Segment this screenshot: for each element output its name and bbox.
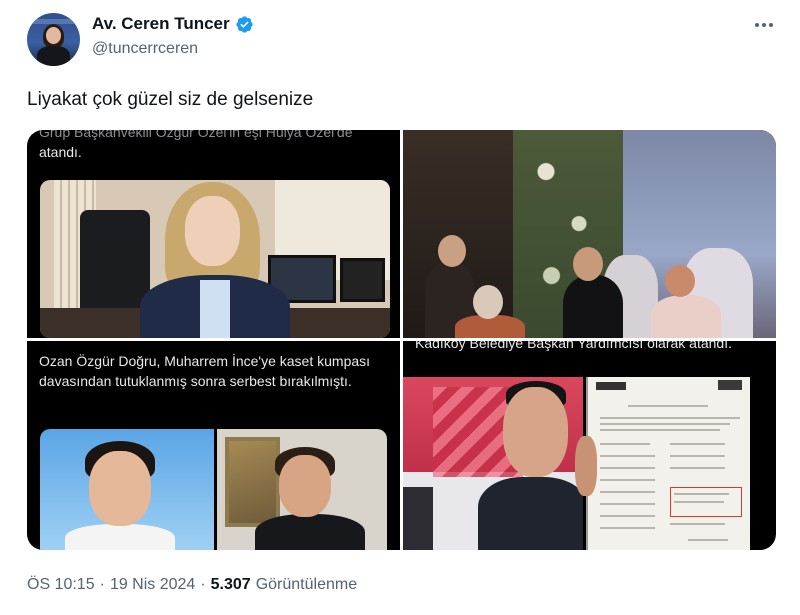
media-caption-top-4: Kadıköy Belediye Başkan Yardımcısı olara… — [415, 341, 732, 351]
author-display-name[interactable]: Av. Ceren Tuncer — [92, 14, 230, 34]
media-caption-top-1: Grup Başkanvekili Özgür Özel'in eşi Hüly… — [39, 130, 353, 140]
views-label: Görüntülenme — [255, 576, 358, 593]
portrait-photo-right — [217, 429, 387, 550]
media-image-2[interactable] — [403, 130, 776, 338]
highlight-box — [670, 487, 742, 517]
media-image-3[interactable]: Ozan Özgür Doğru, Muharrem İnce'ye kaset… — [27, 341, 400, 550]
media-grid: Grup Başkanvekili Özgür Özel'in eşi Hüly… — [27, 130, 776, 550]
views-count: 5.307 — [210, 576, 251, 593]
meta-separator: · — [99, 576, 105, 593]
office-photo — [40, 180, 390, 338]
tweet-meta: ÖS 10:15 · 19 Nis 2024 · 5.307 Görüntüle… — [27, 576, 357, 594]
avatar[interactable] — [27, 13, 80, 66]
tweet-text: Liyakat çok güzel siz de gelsenize — [27, 89, 314, 110]
tweet: Av. Ceren Tuncer @tuncerrceren Liyakat ç… — [0, 0, 800, 615]
verified-badge-icon — [236, 15, 253, 33]
portrait-photo-left — [40, 429, 214, 550]
tweet-time[interactable]: ÖS 10:15 — [27, 576, 95, 594]
media-caption-3: Ozan Özgür Doğru, Muharrem İnce'ye kaset… — [39, 353, 371, 389]
media-image-1[interactable]: Grup Başkanvekili Özgür Özel'in eşi Hüly… — [27, 130, 400, 338]
meta-separator: · — [200, 576, 206, 593]
more-horizontal-icon[interactable] — [752, 14, 776, 36]
media-image-4[interactable]: Kadıköy Belediye Başkan Yardımcısı olara… — [403, 341, 776, 550]
author-name-row[interactable]: Av. Ceren Tuncer — [92, 14, 254, 34]
portrait-photo — [403, 377, 583, 550]
media-caption-1: atandı. — [39, 144, 82, 160]
author-handle[interactable]: @tuncerrceren — [92, 40, 198, 58]
document-photo — [586, 377, 750, 550]
tweet-date[interactable]: 19 Nis 2024 — [110, 576, 195, 594]
